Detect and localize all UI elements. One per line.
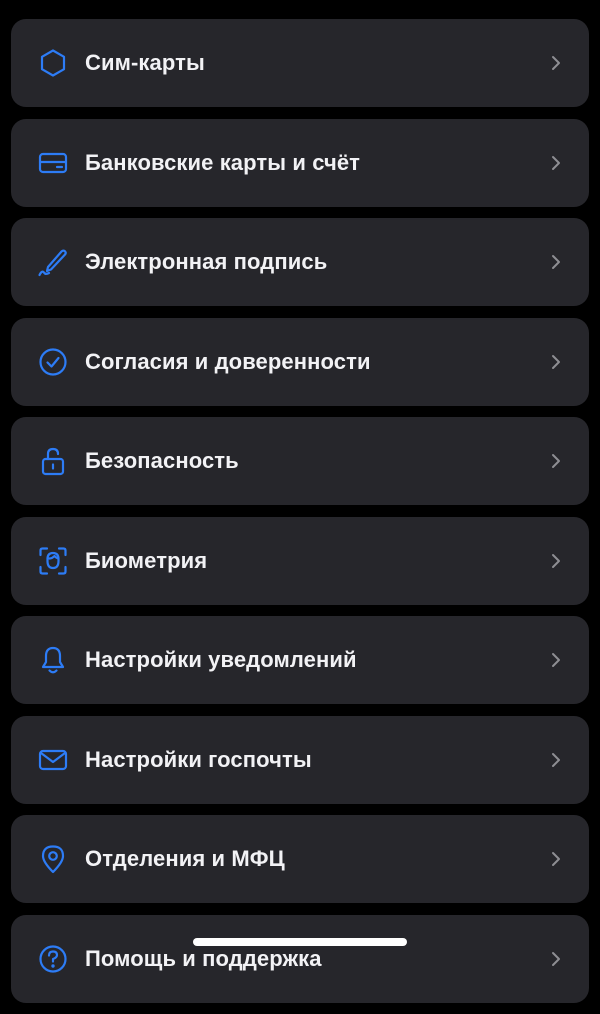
menu-item-label: Настройки госпочты — [85, 746, 312, 772]
chevron-right-icon — [549, 552, 563, 570]
chevron-right-icon — [549, 751, 563, 769]
chevron-right-icon — [549, 353, 563, 371]
menu-item-label: Электронная подпись — [85, 249, 328, 274]
chevron-right-icon — [549, 253, 563, 271]
bank-card-icon — [37, 147, 69, 179]
menu-item-label: Помощь и поддержка — [85, 945, 322, 971]
menu-item-offices-and-mfc[interactable]: Отделения и МФЦ — [11, 815, 589, 903]
menu-item-label: Сим-карты — [85, 50, 205, 75]
face-scan-icon — [37, 545, 69, 577]
location-pin-icon — [37, 843, 69, 875]
menu-item-electronic-signature[interactable]: Электронная подпись — [11, 218, 589, 306]
home-indicator[interactable] — [193, 938, 407, 946]
chevron-right-icon — [549, 54, 563, 72]
settings-menu-list: Сим-карты Банковские карты и счёт Электр… — [11, 19, 589, 1014]
chevron-right-icon — [549, 154, 563, 172]
menu-item-label: Отделения и МФЦ — [85, 846, 285, 871]
bell-icon — [37, 644, 69, 676]
menu-item-label: Настройки уведомлений — [85, 647, 357, 672]
menu-item-label: Безопасность — [85, 448, 239, 473]
check-circle-icon — [37, 346, 69, 378]
menu-item-biometrics[interactable]: Биометрия — [11, 516, 589, 605]
menu-item-security[interactable]: Безопасность — [11, 417, 589, 505]
menu-item-notification-settings[interactable]: Настройки уведомлений — [11, 616, 589, 704]
menu-item-label: Согласия и доверенности — [85, 348, 371, 374]
menu-item-bank-cards[interactable]: Банковские карты и счёт — [11, 118, 589, 207]
sim-card-icon — [37, 47, 69, 79]
envelope-icon — [37, 744, 69, 776]
chevron-right-icon — [549, 950, 563, 968]
signature-pen-icon — [37, 246, 69, 278]
menu-item-consents-and-powers-of-attorney[interactable]: Согласия и доверенности — [11, 317, 589, 406]
chevron-right-icon — [549, 651, 563, 669]
menu-item-sim-cards[interactable]: Сим-карты — [11, 19, 589, 107]
menu-item-label: Биометрия — [85, 547, 208, 573]
menu-item-gov-mail-settings[interactable]: Настройки госпочты — [11, 715, 589, 804]
question-circle-icon — [37, 943, 69, 975]
chevron-right-icon — [549, 452, 563, 470]
unlocked-padlock-icon — [37, 445, 69, 477]
chevron-right-icon — [549, 850, 563, 868]
menu-item-label: Банковские карты и счёт — [85, 149, 361, 175]
menu-item-help-and-support[interactable]: Помощь и поддержка — [11, 914, 589, 1003]
